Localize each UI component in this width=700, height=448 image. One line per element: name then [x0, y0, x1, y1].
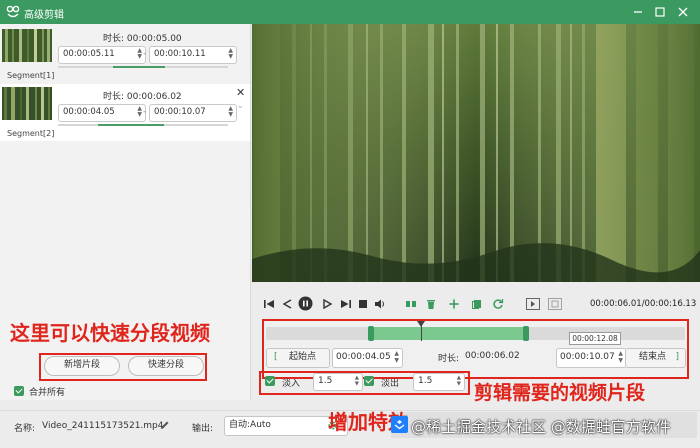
- step-back-icon[interactable]: [281, 298, 293, 310]
- mark-out-icon[interactable]: [548, 298, 562, 310]
- end-time-input[interactable]: 00:00:10.07 ▲ ▼: [556, 348, 627, 368]
- name-label: 名称:: [14, 424, 36, 434]
- fade-in-checkbox[interactable]: [265, 376, 275, 386]
- frog-logo-icon: [6, 5, 20, 18]
- spinner-icon[interactable]: ▲ ▼: [228, 106, 233, 118]
- fade-out-input[interactable]: 1.5 ▲ ▼: [413, 373, 465, 391]
- segment-end-input[interactable]: 00:00:10.07 ▲ ▼: [149, 104, 237, 122]
- go-start-icon[interactable]: [263, 298, 275, 310]
- bracket-left-icon: [: [274, 352, 278, 362]
- spinner-icon[interactable]: ▲ ▼: [137, 106, 142, 118]
- segment-name: Segment[2]: [7, 129, 55, 138]
- segment-range-bar: [58, 124, 228, 126]
- copy-icon[interactable]: [471, 298, 483, 310]
- spinner-icon[interactable]: ▲ ▼: [394, 350, 399, 364]
- spinner-icon[interactable]: ▲ ▼: [618, 350, 623, 364]
- remove-segment-icon[interactable]: ✕: [236, 86, 245, 99]
- segment-duration: 时长: 00:00:05.00: [103, 34, 182, 44]
- clip-annotation: 剪辑需要的视频片段: [474, 382, 646, 404]
- reset-icon[interactable]: [492, 298, 504, 310]
- trim-panel: 00:00:12.08 [ 起始点 00:00:04.05 ▲ ▼ 时长: 00:…: [262, 319, 689, 379]
- mark-in-icon[interactable]: [526, 298, 540, 310]
- volume-icon[interactable]: [374, 298, 386, 310]
- output-label: 输出:: [192, 424, 214, 434]
- split-highlight: [39, 353, 207, 381]
- segment-range-bar: [58, 66, 228, 68]
- edit-icon[interactable]: [160, 420, 170, 430]
- segment-duration: 时长: 00:00:06.02: [103, 92, 182, 102]
- selection-end-handle[interactable]: [523, 326, 529, 341]
- pause-icon[interactable]: [298, 296, 313, 311]
- watermark: @稀土掘金技术社区 @数据蛙官方软件: [391, 412, 697, 438]
- selection-start-handle[interactable]: [368, 326, 374, 341]
- close-icon[interactable]: [675, 4, 691, 20]
- segment-end-input[interactable]: 00:00:10.11 ▲ ▼: [149, 46, 237, 64]
- maximize-icon[interactable]: [652, 4, 668, 20]
- split-icon[interactable]: [405, 298, 417, 310]
- split-annotation: 这里可以快速分段视频: [10, 321, 210, 345]
- trim-duration-value: 00:00:06.02: [465, 351, 520, 361]
- start-time-input[interactable]: 00:00:04.05 ▲ ▼: [332, 348, 403, 368]
- segment-name: Segment[1]: [7, 71, 55, 80]
- playback-time: 00:00:06.01/00:00:16.13: [590, 299, 697, 309]
- merge-all-checkbox[interactable]: [14, 386, 24, 396]
- segment-thumbnail: [2, 87, 52, 120]
- stop-icon[interactable]: [357, 298, 369, 310]
- spinner-icon[interactable]: ▲ ▼: [355, 375, 359, 387]
- spinner-icon[interactable]: ▲ ▼: [457, 375, 461, 387]
- segment-start-input[interactable]: 00:00:05.11 ▲ ▼: [58, 46, 146, 64]
- bracket-right-icon: ]: [675, 352, 679, 362]
- window-title: 高级剪辑: [24, 10, 64, 21]
- segment-thumbnail: [2, 29, 52, 62]
- go-end-icon[interactable]: [340, 298, 352, 310]
- fade-in-label: 淡入: [282, 379, 301, 389]
- delete-icon[interactable]: [425, 298, 437, 310]
- segment-item[interactable]: Segment[1] 时长: 00:00:05.00 00:00:05.11 ▲…: [0, 26, 250, 83]
- juejin-logo-icon: [391, 416, 408, 433]
- start-label: 起始点: [289, 352, 317, 362]
- file-name: Video_241115173521.mp4: [42, 421, 164, 431]
- title-bar: 高级剪辑: [0, 0, 700, 24]
- minimize-icon[interactable]: [630, 4, 646, 20]
- spinner-icon[interactable]: ▲ ▼: [228, 48, 233, 60]
- fade-out-label: 淡出: [381, 379, 400, 389]
- add-icon[interactable]: [448, 298, 460, 310]
- set-end-button[interactable]: 结束点 ]: [625, 348, 686, 368]
- trim-duration-label: 时长:: [438, 354, 460, 364]
- segment-start-input[interactable]: 00:00:04.05 ▲ ▼: [58, 104, 146, 122]
- segment-item[interactable]: Segment[2] 时长: 00:00:06.02 00:00:04.05 ▲…: [0, 84, 250, 141]
- fade-in-input[interactable]: 1.5 ▲ ▼: [313, 373, 363, 391]
- spinner-icon[interactable]: ▲ ▼: [137, 48, 142, 60]
- end-label: 结束点: [639, 352, 667, 362]
- timeline-selection[interactable]: [368, 326, 529, 341]
- chevron-down-icon[interactable]: ⌄: [237, 101, 244, 110]
- timeline-track[interactable]: [266, 321, 685, 341]
- playhead-tooltip: 00:00:12.08: [569, 332, 621, 345]
- step-forward-icon[interactable]: [322, 298, 334, 310]
- merge-all-label: 合并所有: [29, 388, 66, 398]
- video-preview[interactable]: [252, 24, 700, 282]
- playhead-marker-icon[interactable]: [417, 321, 425, 327]
- fade-out-checkbox[interactable]: [364, 376, 374, 386]
- set-start-button[interactable]: [ 起始点: [266, 348, 330, 368]
- playhead[interactable]: [417, 321, 425, 341]
